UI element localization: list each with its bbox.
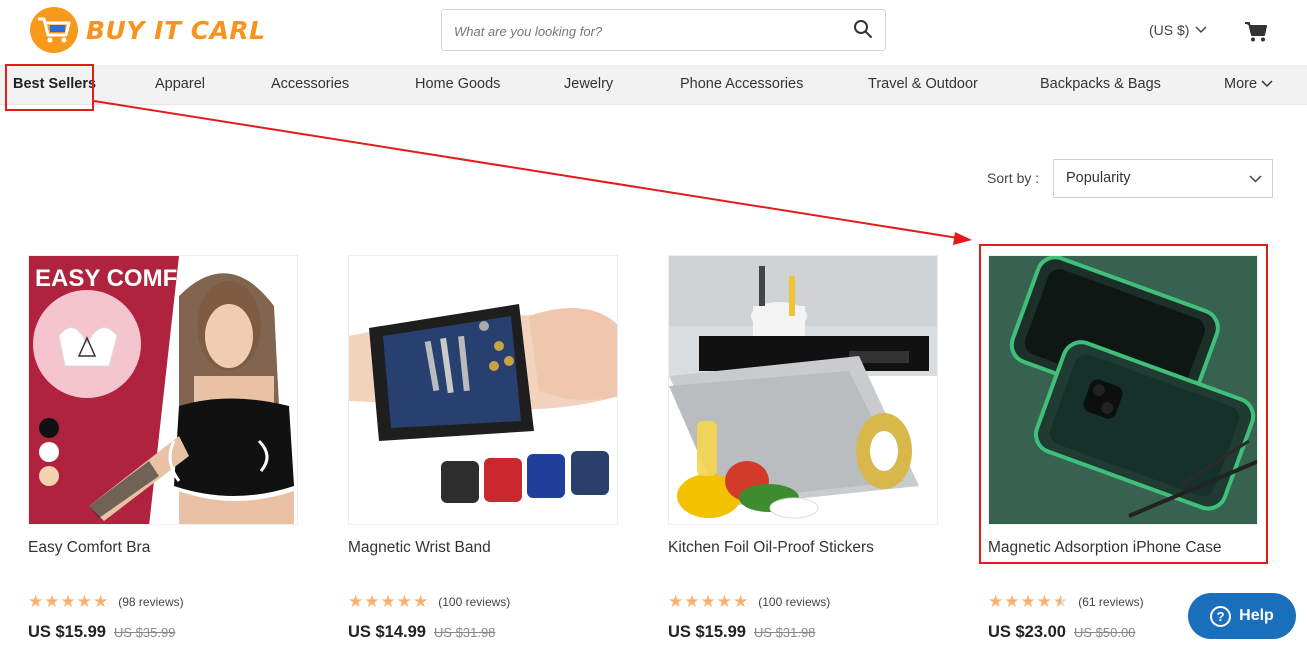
review-count[interactable]: (61 reviews) (1078, 595, 1143, 609)
star-icon: ★ (44, 592, 60, 611)
product-image-foil-stickers[interactable] (668, 255, 938, 525)
brand-logo[interactable]: BUY IT CARL (30, 7, 266, 53)
nav-backpacks-bags[interactable]: Backpacks & Bags (1040, 76, 1161, 92)
half-star-icon: ★ (1053, 592, 1069, 611)
star-icon: ★ (1020, 592, 1036, 611)
nav-apparel[interactable]: Apparel (155, 76, 205, 92)
current-price: US $15.99 (28, 623, 106, 641)
rating: ★ ★ ★ ★ ★ (100 reviews) (348, 593, 510, 610)
price-block: US $23.00 US $50.00 (988, 623, 1135, 642)
cart-icon[interactable] (1244, 21, 1268, 48)
search-icon[interactable] (853, 19, 875, 41)
price-block: US $14.99 US $31.98 (348, 623, 495, 642)
product-card[interactable]: Magnetic Adsorption iPhone Case ★ ★ ★ ★ … (988, 255, 1258, 641)
price-block: US $15.99 US $35.99 (28, 623, 175, 642)
star-icon: ★ (716, 592, 732, 611)
sort-selected-value: Popularity (1066, 170, 1131, 186)
product-image-bra[interactable]: EASY COMFORT BRA (28, 255, 298, 525)
star-icon: ★ (364, 592, 380, 611)
search-bar (441, 9, 886, 51)
sort-label: Sort by : (987, 170, 1040, 186)
nav-more-label: More (1224, 76, 1258, 92)
star-icon: ★ (733, 592, 749, 611)
original-price: US $50.00 (1073, 625, 1136, 640)
sort-dropdown[interactable]: Popularity (1053, 159, 1273, 198)
current-price: US $15.99 (668, 623, 746, 641)
product-image-wrist-band[interactable] (348, 255, 618, 525)
nav-more[interactable]: More (1224, 76, 1273, 92)
nav-phone-accessories[interactable]: Phone Accessories (680, 76, 803, 92)
star-icon: ★ (668, 592, 684, 611)
nav-jewelry[interactable]: Jewelry (564, 76, 613, 92)
search-input[interactable] (454, 20, 834, 42)
star-icon: ★ (76, 592, 92, 611)
product-card[interactable]: Magnetic Wrist Band ★ ★ ★ ★ ★ (100 revie… (348, 255, 618, 641)
help-button[interactable]: ? Help (1188, 593, 1296, 639)
currency-selector[interactable]: (US $) (1149, 22, 1207, 38)
currency-label: (US $) (1149, 22, 1190, 38)
chevron-down-icon (1249, 175, 1262, 183)
star-icon: ★ (413, 592, 429, 611)
help-label: Help (1239, 607, 1274, 624)
star-icon: ★ (380, 592, 396, 611)
star-icon: ★ (93, 592, 109, 611)
shopping-cart-logo-icon (30, 7, 78, 53)
original-price: US $31.98 (433, 625, 496, 640)
product-name[interactable]: Kitchen Foil Oil-Proof Stickers (668, 539, 874, 557)
review-count[interactable]: (100 reviews) (758, 595, 830, 609)
product-name[interactable]: Easy Comfort Bra (28, 539, 150, 557)
star-icon: ★ (700, 592, 716, 611)
chevron-down-icon (1261, 80, 1273, 88)
star-icon: ★ (396, 592, 412, 611)
star-icon: ★ (28, 592, 44, 611)
star-icon: ★ (60, 592, 76, 611)
chevron-down-icon (1195, 26, 1207, 34)
product-name[interactable]: Magnetic Wrist Band (348, 539, 491, 557)
product-card[interactable]: Kitchen Foil Oil-Proof Stickers ★ ★ ★ ★ … (668, 255, 938, 641)
star-icon: ★ (348, 592, 364, 611)
annotation-box-best-sellers (5, 64, 94, 111)
review-count[interactable]: (100 reviews) (438, 595, 510, 609)
product-image-iphone-case[interactable] (988, 255, 1258, 525)
original-price: US $31.98 (753, 625, 816, 640)
star-icon: ★ (988, 592, 1004, 611)
main-nav: Best Sellers Apparel Accessories Home Go… (0, 65, 1307, 105)
rating: ★ ★ ★ ★ ★ (98 reviews) (28, 593, 184, 610)
star-icon: ★ (1004, 592, 1020, 611)
star-icon: ★ (1036, 592, 1052, 611)
price-block: US $15.99 US $31.98 (668, 623, 815, 642)
star-icon: ★ (684, 592, 700, 611)
nav-home-goods[interactable]: Home Goods (415, 76, 500, 92)
current-price: US $14.99 (348, 623, 426, 641)
original-price: US $35.99 (113, 625, 176, 640)
product-name[interactable]: Magnetic Adsorption iPhone Case (988, 539, 1222, 557)
product-card[interactable]: EASY COMFORT BRA Easy Comfort Bra ★ ★ ★ … (28, 255, 298, 641)
nav-travel-outdoor[interactable]: Travel & Outdoor (868, 76, 978, 92)
nav-accessories[interactable]: Accessories (271, 76, 349, 92)
rating: ★ ★ ★ ★ ★ (100 reviews) (668, 593, 830, 610)
current-price: US $23.00 (988, 623, 1066, 641)
review-count[interactable]: (98 reviews) (118, 595, 183, 609)
question-icon: ? (1210, 605, 1232, 627)
rating: ★ ★ ★ ★ ★ (61 reviews) (988, 593, 1144, 610)
brand-name: BUY IT CARL (86, 15, 266, 45)
